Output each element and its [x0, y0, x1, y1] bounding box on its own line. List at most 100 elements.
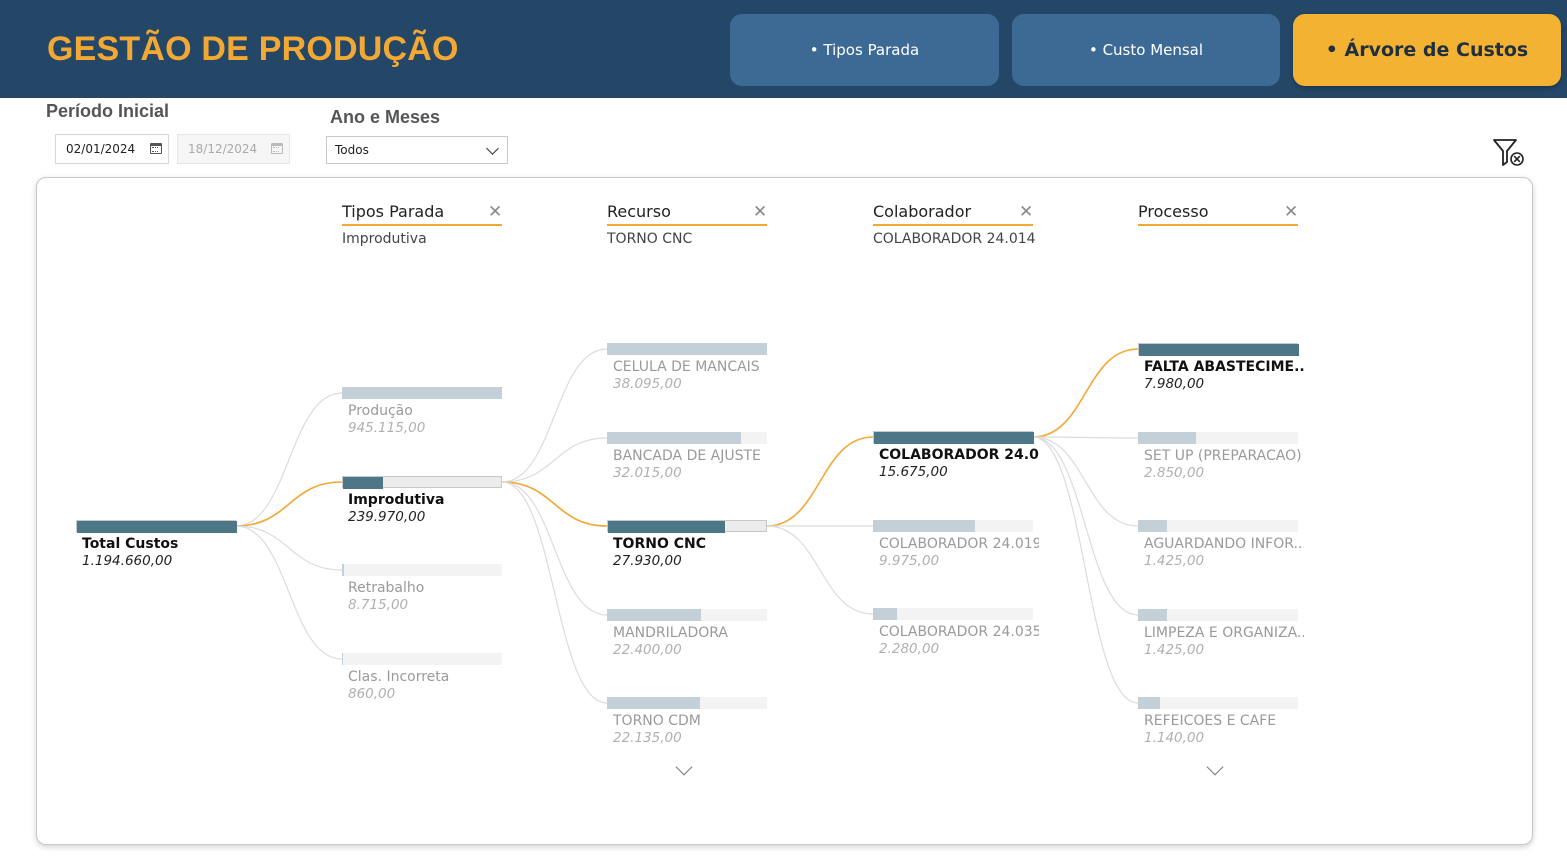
path-link	[501, 437, 608, 483]
node-bar-track	[607, 520, 767, 533]
node-bar-track	[342, 653, 502, 665]
node-value: 8.715,00	[348, 597, 409, 613]
node-value: 38.095,00	[613, 376, 682, 392]
node-value: 7.980,00	[1144, 376, 1205, 392]
selected-path-link	[766, 436, 874, 527]
node-label: Improdutiva	[348, 492, 445, 508]
selected-path-link	[1032, 348, 1139, 438]
node-value: 1.425,00	[1144, 642, 1205, 658]
node-bar-fill	[1138, 609, 1167, 621]
path-link	[1032, 436, 1139, 704]
close-icon[interactable]: ✕	[1019, 203, 1033, 221]
node-bar-fill	[1138, 432, 1196, 444]
node-label: Retrabalho	[348, 580, 425, 596]
node-label: CELULA DE MANCAIS	[613, 359, 760, 375]
node-value: 32.015,00	[613, 465, 682, 481]
node-value: 239.970,00	[348, 509, 426, 525]
node-value: 1.194.660,00	[82, 553, 173, 569]
node-value: 22.400,00	[613, 642, 682, 658]
node-bar-fill	[874, 432, 1034, 444]
node-bar-track	[873, 608, 1033, 620]
path-link	[1032, 436, 1139, 527]
node-bar-fill	[342, 653, 343, 665]
node-label: COLABORADOR 24.0...	[879, 447, 1039, 463]
node-bar-fill	[1138, 520, 1167, 532]
selected-path-link	[235, 481, 343, 527]
node-bar-fill	[608, 521, 725, 533]
node-bar-track	[342, 476, 502, 489]
node-label: BANCADA DE AJUSTE	[613, 448, 761, 464]
level-header: Recurso ✕	[607, 202, 767, 226]
node-value: 9.975,00	[879, 553, 940, 569]
node-bar-fill	[873, 608, 897, 620]
node-value: 1.425,00	[1144, 553, 1205, 569]
node-label: MANDRILADORA	[613, 625, 729, 641]
node-bar-fill	[342, 564, 344, 576]
node-bar-track	[873, 520, 1033, 532]
node-value: 2.850,00	[1144, 465, 1205, 481]
path-link	[235, 525, 343, 660]
level-header-label: Colaborador	[873, 202, 972, 221]
level-header: Processo ✕	[1138, 202, 1298, 226]
node-bar-track	[1138, 432, 1298, 444]
close-icon[interactable]: ✕	[753, 203, 767, 221]
node-label: FALTA ABASTECIME...	[1144, 359, 1304, 375]
level-header-label: Tipos Parada	[342, 202, 445, 221]
node-bar-track	[1138, 697, 1298, 709]
node-bar-fill	[1138, 697, 1161, 709]
node-value: 2.280,00	[879, 641, 940, 657]
level-header-label: Recurso	[607, 202, 671, 221]
level-header: Tipos Parada ✕	[342, 202, 502, 226]
path-link	[235, 392, 343, 527]
node-label: TORNO CDM	[613, 713, 701, 729]
node-bar-track	[873, 431, 1034, 444]
node-label: COLABORADOR 24.019	[879, 536, 1039, 552]
node-bar-track	[1138, 343, 1299, 356]
path-link	[1032, 436, 1139, 616]
node-label: REFEICOES E CAFE	[1144, 713, 1277, 729]
node-label: COLABORADOR 24.035	[879, 624, 1039, 640]
node-bar-fill	[873, 520, 976, 532]
path-link	[1032, 436, 1139, 439]
node-value: 27.930,00	[613, 553, 682, 569]
node-bar-track	[342, 564, 502, 576]
close-icon[interactable]: ✕	[1284, 203, 1298, 221]
node-bar-track	[76, 520, 237, 533]
node-bar-fill	[607, 609, 702, 621]
node-bar-fill	[607, 432, 742, 444]
node-label: SET UP (PREPARACAO)	[1144, 448, 1302, 464]
path-link	[501, 481, 608, 704]
node-label: AGUARDANDO INFOR...	[1144, 536, 1304, 552]
path-link	[766, 525, 874, 615]
level-selected-value: TORNO CNC	[607, 231, 693, 247]
node-bar-track	[1138, 609, 1298, 621]
node-label: TORNO CNC	[613, 536, 706, 552]
node-bar-fill	[343, 477, 383, 489]
node-label: Produção	[348, 403, 413, 419]
node-label: LIMPEZA E ORGANIZA...	[1144, 625, 1304, 641]
node-bar-track	[607, 343, 767, 355]
node-value: 945.115,00	[348, 420, 426, 436]
path-link	[501, 348, 608, 483]
node-bar-track	[607, 697, 767, 709]
level-header: Colaborador ✕	[873, 202, 1033, 226]
tree-connector-lines	[235, 348, 1139, 704]
node-bar-fill	[342, 387, 502, 399]
node-bar-track	[1138, 520, 1298, 532]
node-bar-fill	[607, 343, 767, 355]
node-bar-fill	[1139, 344, 1299, 356]
node-bar-fill	[77, 521, 237, 533]
node-value: 1.140,00	[1144, 730, 1205, 746]
node-bar-track	[342, 387, 502, 399]
node-bar-track	[607, 432, 767, 444]
level-selected-value: Improdutiva	[342, 231, 427, 247]
node-value: 22.135,00	[613, 730, 682, 746]
close-icon[interactable]: ✕	[488, 203, 502, 221]
path-link	[235, 525, 343, 571]
node-label: Total Custos	[82, 536, 179, 552]
node-label: Clas. Incorreta	[348, 669, 450, 685]
level-selected-value: COLABORADOR 24.014	[873, 231, 1036, 247]
node-bar-fill	[607, 697, 700, 709]
node-value: 860,00	[348, 686, 396, 702]
level-header-label: Processo	[1138, 202, 1209, 221]
